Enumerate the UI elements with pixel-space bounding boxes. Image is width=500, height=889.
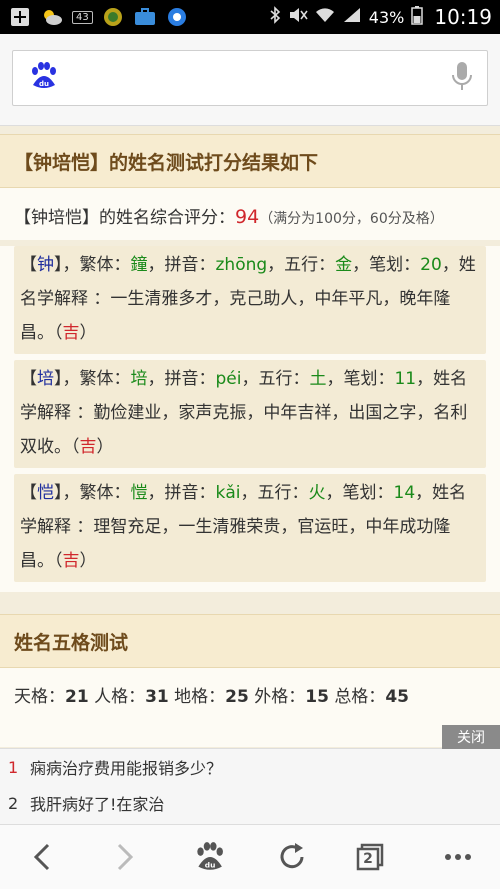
pinyin-value: kǎi (215, 483, 241, 503)
pinyin-label: ，拼音： (147, 483, 216, 503)
mute-icon (288, 6, 308, 28)
battery-icon (411, 5, 424, 29)
character-card: 【恺】，繁体：愷，拼音：kǎi，五行：火，笔划：14，姓名学解释 ：理智充足，一… (14, 474, 486, 582)
bihua-label: ，笔划： (352, 255, 421, 275)
dige-value: 25 (225, 687, 249, 707)
fanti-value: 培 (130, 369, 148, 389)
renge-value: 31 (145, 687, 169, 707)
character-cards: 【钟】，繁体：鐘，拼音：zhōng，五行：金，笔划：20，姓名学解释 ：一生清雅… (0, 246, 500, 592)
chevron-right-icon (117, 843, 134, 871)
wuxing-label: ，五行： (267, 255, 336, 275)
status-bar: 43 43% 10:19 (0, 0, 500, 34)
clock: 10:19 (434, 5, 492, 29)
dige-label: 地格： (174, 687, 226, 707)
bluetooth-icon (269, 6, 281, 28)
refresh-icon (280, 843, 304, 869)
wuge-title: 姓名五格测试 (0, 614, 500, 668)
tiange-value: 21 (65, 687, 89, 707)
summary-name: 【钟培恺】 (14, 208, 99, 228)
bihua-label: ，笔划： (325, 483, 394, 503)
char-name: 培 (37, 369, 54, 389)
menu-button[interactable] (428, 827, 488, 887)
close-paren: ） (96, 437, 114, 457)
search-header: du (0, 34, 500, 126)
ad-item-number: 2 (8, 793, 19, 813)
summary-text: 的姓名综合评分： (99, 208, 235, 228)
ad-item[interactable]: 1 痫病治疗费用能报销多少？ (0, 749, 500, 785)
wuxing-value: 土 (309, 369, 327, 389)
total-score: 94 (235, 206, 260, 228)
pinyin-label: ，拼音： (147, 369, 216, 389)
bottom-toolbar: du 2 (0, 824, 500, 889)
pinyin-value: zhōng (215, 255, 268, 275)
fanti-value: 鐘 (130, 255, 148, 275)
ad-item[interactable]: 2 我肝病好了!在家治 (0, 785, 500, 821)
character-card: 【培】，繁体：培，拼音：péi，五行：土，笔划：11，姓名学解释 ：勤俭建业，家… (14, 360, 486, 468)
tiange-label: 天格： (14, 687, 65, 707)
baidu-home-button[interactable]: du (178, 827, 238, 887)
ji-label: 吉 (62, 551, 80, 571)
character-card: 【钟】，繁体：鐘，拼音：zhōng，五行：金，笔划：20，姓名学解释 ：一生清雅… (14, 246, 486, 354)
back-button[interactable] (12, 827, 72, 887)
char-name: 钟 (37, 255, 54, 275)
renge-label: 人格： (94, 687, 146, 707)
signal-icon (342, 7, 362, 27)
bihua-value: 14 (393, 483, 416, 503)
forward-button[interactable] (95, 827, 155, 887)
wuxing-label: ，五行： (240, 483, 309, 503)
refresh-button[interactable] (262, 827, 322, 887)
wuxing-value: 火 (308, 483, 326, 503)
weather-icon (40, 6, 64, 28)
section-gap (0, 592, 500, 614)
fanti-value: 愷 (130, 483, 148, 503)
add-icon (8, 6, 32, 28)
baidu-paw-icon: du (27, 61, 57, 95)
svg-text:du: du (39, 80, 49, 88)
char-name: 恺 (37, 483, 54, 503)
close-paren: ） (79, 551, 97, 571)
bihua-label: ，笔划： (326, 369, 395, 389)
waige-label: 外格： (254, 687, 306, 707)
ad-item-text: 痫病治疗费用能报销多少？ (30, 759, 223, 778)
ad-item-text: 我肝病好了!在家治 (30, 795, 165, 814)
result-title: 【钟培恺】的姓名测试打分结果如下 (0, 134, 500, 188)
fanti-label: ，繁体： (62, 255, 131, 275)
fanti-label: ，繁体： (62, 369, 131, 389)
ad-panel: 关闭 1 痫病治疗费用能报销多少？ 2 我肝病好了!在家治 (0, 725, 500, 824)
browser-app-icon (165, 6, 189, 28)
briefcase-icon (133, 6, 157, 28)
battery-percent: 43% (368, 7, 405, 27)
search-box[interactable]: du (12, 50, 488, 106)
wuxing-value: 金 (335, 255, 353, 275)
wuge-scores: 天格：21 人格：31 地格：25 外格：15 总格：45 (0, 668, 500, 747)
ji-label: 吉 (62, 323, 80, 343)
score-note: （满分为100分，60分及格） (259, 211, 444, 227)
waige-value: 15 (305, 687, 329, 707)
zongge-value: 45 (385, 687, 409, 707)
bihua-value: 11 (394, 369, 417, 389)
tabs-button[interactable]: 2 (345, 827, 405, 887)
ad-item-number: 1 (8, 757, 19, 777)
notification-count-badge: 43 (72, 10, 93, 24)
chevron-left-icon (33, 843, 49, 871)
score-summary: 【钟培恺】的姓名综合评分：94（满分为100分，60分及格） (0, 188, 500, 240)
ji-label: 吉 (79, 437, 97, 457)
search-input[interactable] (67, 67, 451, 89)
bihua-value: 20 (420, 255, 442, 275)
app-coin-icon (101, 6, 125, 28)
ad-close-button[interactable]: 关闭 (442, 725, 500, 749)
microphone-icon[interactable] (451, 60, 473, 96)
baidu-paw-icon: du (197, 842, 224, 870)
main-content[interactable]: 【钟培恺】的姓名测试打分结果如下 【钟培恺】的姓名综合评分：94（满分为100分… (0, 126, 500, 748)
more-icon (445, 854, 472, 860)
pinyin-value: péi (215, 369, 242, 389)
tabs-count: 2 (363, 851, 373, 867)
pinyin-label: ，拼音： (147, 255, 216, 275)
zongge-label: 总格： (334, 687, 386, 707)
close-paren: ） (79, 323, 97, 343)
fanti-label: ，繁体： (62, 483, 131, 503)
svg-text:du: du (205, 861, 216, 870)
wifi-icon (315, 7, 335, 27)
wuxing-label: ，五行： (241, 369, 310, 389)
